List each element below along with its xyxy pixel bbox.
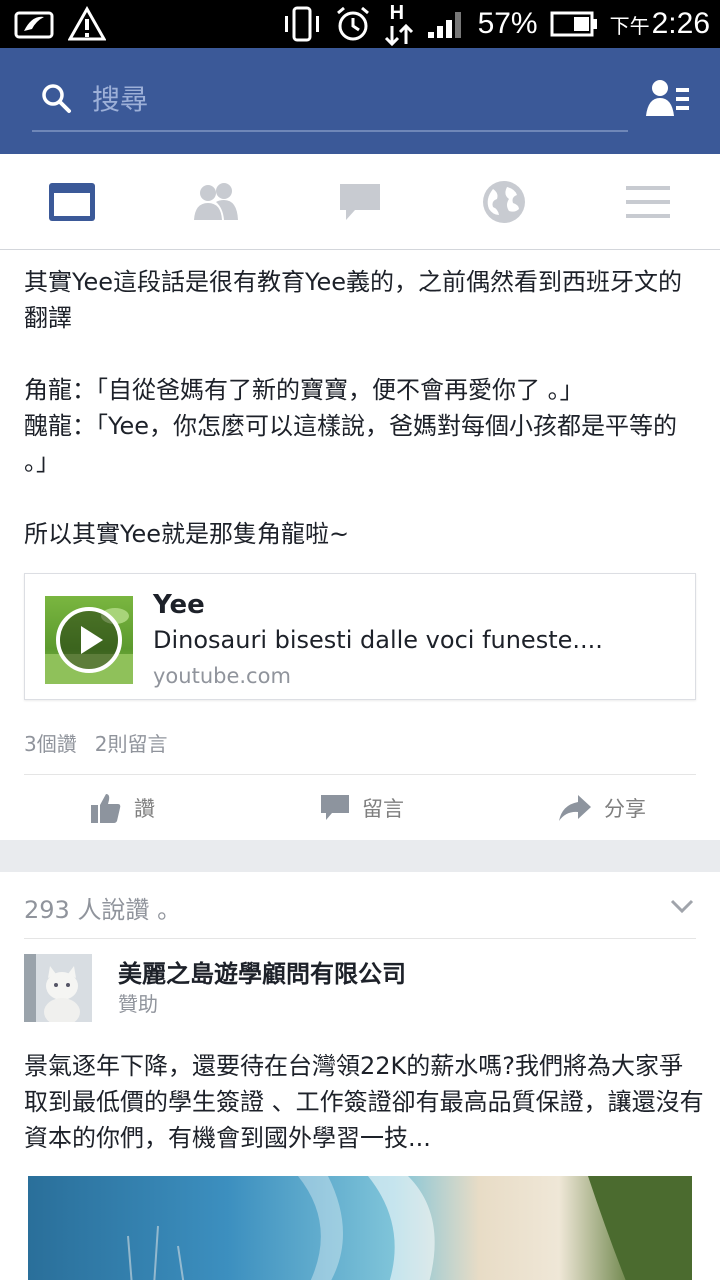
comment-icon: [321, 795, 349, 820]
vibrate-icon: [284, 6, 319, 42]
like-button[interactable]: 讚: [90, 776, 155, 840]
page-name[interactable]: 美麗之島遊學顧問有限公司: [118, 954, 406, 989]
share-icon: [559, 795, 591, 821]
status-bar: H 57% 下午 2:26: [0, 0, 720, 48]
feed-separator: [0, 840, 720, 872]
alarm-icon: [336, 6, 369, 41]
avatar[interactable]: [24, 954, 92, 1022]
sponsored-label: 贊助: [118, 992, 158, 1016]
warning-icon: [68, 6, 106, 41]
news-feed-icon: [49, 183, 95, 221]
comments-count[interactable]: 2則留言: [95, 728, 168, 757]
signal-icon: [427, 12, 461, 38]
divider: [24, 774, 696, 775]
post-text: 其實Yee這段話是很有教育Yee義的，之前偶然看到西班牙文的翻譯 角龍：「自從爸…: [24, 268, 683, 548]
battery-percent: 57%: [477, 7, 538, 40]
page-likes-line: 293 人說讚 。: [24, 896, 182, 924]
share-button[interactable]: 分享: [558, 776, 646, 840]
search-placeholder: 搜尋: [92, 83, 149, 116]
friends-icon: [194, 183, 238, 220]
link-description: Dinosauri bisesti dalle voci funeste....: [153, 626, 603, 654]
share-label: 分享: [604, 797, 646, 821]
tab-messages[interactable]: [332, 178, 388, 226]
messages-icon: [340, 184, 380, 220]
menu-icon: [626, 186, 670, 218]
battery-icon: [550, 11, 597, 37]
thumbs-up-icon: [91, 794, 121, 823]
post-actions: 讚 留言 分享: [24, 776, 696, 840]
link-preview-card[interactable]: Yee Dinosauri bisesti dalle voci funeste…: [24, 573, 696, 700]
search-header: 搜尋: [0, 48, 720, 154]
likes-count[interactable]: 3個讚: [24, 728, 77, 757]
friend-requests-icon[interactable]: [646, 78, 690, 118]
post-counts: 3個讚 2則留言: [24, 728, 167, 757]
comment-button[interactable]: 留言: [320, 776, 404, 840]
data-network-icon: H: [384, 2, 414, 46]
tab-friends[interactable]: [188, 178, 244, 226]
comment-label: 留言: [362, 797, 404, 821]
tab-more[interactable]: [620, 178, 676, 226]
ad-image[interactable]: [28, 1176, 692, 1280]
clock: 2:26: [651, 7, 710, 40]
search-input[interactable]: 搜尋: [32, 66, 628, 132]
tab-news-feed[interactable]: [44, 178, 100, 226]
chevron-down-icon[interactable]: [670, 898, 694, 914]
time-prefix: 下午: [609, 15, 650, 38]
divider: [24, 938, 696, 939]
link-thumbnail: [45, 596, 133, 684]
tab-notifications[interactable]: [476, 178, 532, 226]
search-icon: [42, 84, 71, 113]
ad-text: 景氣逐年下降，還要待在台灣領22K的薪水嗎?我們將為大家爭取到最低價的學生簽證 …: [24, 1052, 704, 1152]
network-type: H: [389, 2, 405, 24]
like-label: 讚: [134, 797, 155, 821]
screen: H 57% 下午 2:26 搜尋 其實Yee這段話是很有教育Yee義的，之前偶然…: [0, 0, 720, 1280]
tab-bar: [0, 154, 720, 250]
link-domain: youtube.com: [153, 664, 291, 688]
globe-icon: [483, 181, 525, 223]
notification-icon: [14, 11, 54, 39]
link-title: Yee: [153, 590, 205, 620]
